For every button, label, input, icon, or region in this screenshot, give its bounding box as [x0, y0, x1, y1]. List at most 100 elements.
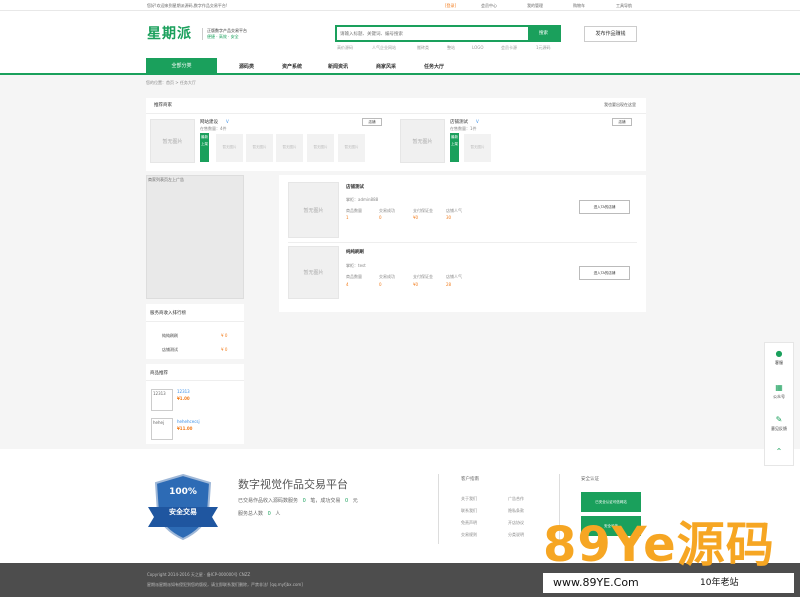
watermark-logo: 89Ye源码 — [543, 517, 775, 573]
shop-thumb[interactable]: 暂无图片 — [276, 134, 303, 162]
shop-list-name[interactable]: 纯纯刷刷 — [346, 249, 364, 255]
nav-item[interactable]: 资产系统 — [282, 63, 302, 70]
side-toolbar: ● 客服 ▦ 公众号 ✎ 意见反馈 ⌃ — [764, 342, 794, 466]
shop-thumb[interactable]: 暂无图片 — [464, 134, 491, 162]
guide-link[interactable]: 关于我们 — [461, 496, 477, 502]
shop-count: 在售数量：4件 — [200, 126, 227, 131]
shop-name[interactable]: 店铺测试 — [450, 119, 468, 125]
side-tool-feedback[interactable]: ✎ 意见反馈 — [765, 415, 793, 432]
member-center-link[interactable]: 会员中心 — [481, 3, 497, 9]
publish-button[interactable]: 发布作品赚钱 — [584, 26, 637, 42]
verified-badge-icon: V — [476, 119, 479, 124]
guide-link[interactable]: 广告合作 — [508, 496, 524, 502]
stat-label: 交易成功 — [379, 274, 395, 279]
nav-item[interactable]: 新闻资讯 — [328, 63, 348, 70]
guide-link[interactable]: 交易规则 — [461, 532, 477, 538]
hot-word[interactable]: 高价源码 — [337, 45, 353, 51]
recommend-more-link[interactable]: 我也要出现在这里 — [604, 102, 636, 108]
shop-thumb[interactable]: 暂无图片 — [216, 134, 243, 162]
hot-word[interactable]: 会员卡源 — [501, 45, 517, 51]
side-tool-label: 客服 — [775, 360, 783, 365]
side-tool-chat[interactable]: ● 客服 — [765, 349, 793, 366]
enter-shop-button[interactable]: 进入TA的店铺 — [579, 200, 630, 214]
search-input[interactable] — [340, 29, 520, 39]
divider — [146, 113, 646, 114]
cart-link[interactable]: 购物车 — [573, 3, 585, 9]
site-logo[interactable]: 星期派 — [147, 23, 192, 43]
shop-image[interactable]: 暂无图片 — [150, 119, 195, 163]
ranking-name[interactable]: 店铺测试 — [162, 347, 178, 353]
shop-list-image[interactable]: 暂无图片 — [288, 182, 339, 238]
nav-item[interactable]: 商家风采 — [376, 63, 396, 70]
left-ad-banner[interactable]: 商家列表页左上广告 — [146, 175, 244, 299]
stat-label: 支付保证金 — [413, 274, 433, 279]
shop-thumb[interactable]: 暂无图片 — [338, 134, 365, 162]
hot-word[interactable]: 人气企业网站 — [372, 45, 396, 51]
side-tool-label: 意见反馈 — [771, 426, 787, 431]
edit-icon: ✎ — [775, 415, 783, 424]
enter-shop-button[interactable]: 进入TA的店铺 — [579, 266, 630, 280]
goods-name[interactable]: 12313 — [177, 389, 190, 394]
chevron-up-icon: ⌃ — [775, 447, 783, 456]
stat-label: 商品数量 — [346, 208, 362, 213]
goods-name[interactable]: hehehcecsj — [177, 419, 200, 424]
shop-thumb[interactable]: 暂无图片 — [246, 134, 273, 162]
login-link[interactable]: [登录] — [445, 3, 456, 9]
shop-owner: 掌柜：test — [346, 263, 366, 268]
stat-label: 店铺人气 — [446, 274, 462, 279]
site-slogan: 正版数字产品交易平台 便捷 · 高效 · 安全 — [202, 28, 247, 40]
slogan-tags: 便捷 · 高效 · 安全 — [207, 34, 239, 39]
hot-word[interactable]: 搬砖类 — [417, 45, 429, 51]
safe-cert-badge[interactable]: 已安全认证可信网站 — [581, 492, 641, 512]
stat-value: 28 — [446, 282, 452, 287]
stats-num: 0 — [267, 511, 271, 517]
hot-word[interactable]: 整站 — [447, 45, 455, 51]
recommend-panel: 推荐商家 我也要出现在这里 暂无图片 网站建设 V 在售数量：4件 店铺 最新上… — [146, 98, 646, 171]
footer-stats-line1: 已交易作品收入源码数服务 0 笔，成功交易 0 元 — [238, 497, 358, 504]
divider — [146, 321, 244, 322]
footer-title: 数字视觉作品交易平台 — [238, 478, 348, 491]
main-nav: 源码类 资产系统 新闻资讯 商家风采 任务大厅 — [0, 59, 800, 75]
hot-word[interactable]: 1元源码 — [536, 45, 551, 51]
shop-list: 暂无图片 店铺测试 掌柜：admin888 商品数量 交易成功 支付保证金 店铺… — [279, 175, 646, 312]
stats-unit: 人 — [275, 511, 281, 517]
shop-list-image[interactable]: 暂无图片 — [288, 246, 339, 299]
shop-enter-button[interactable]: 店铺 — [612, 118, 632, 126]
goods-thumb[interactable]: 12313 — [151, 389, 173, 411]
verified-badge-icon: V — [226, 119, 229, 124]
ranking-name[interactable]: 纯纯刷刷 — [162, 333, 178, 339]
search-button[interactable]: 搜索 — [528, 27, 559, 40]
breadcrumb: 您的位置：首页 > 任务大厅 — [146, 80, 196, 85]
badge-label: 安全交易 — [169, 508, 197, 516]
guide-link[interactable]: 隐私条款 — [508, 508, 524, 514]
welcome-text: 您好!欢迎来到星期派源码,数字作品交易平台! — [147, 3, 228, 8]
stat-value: 0 — [379, 215, 382, 220]
shop-name[interactable]: 网站建设 — [200, 119, 218, 125]
my-manage-link[interactable]: 我的管理 — [527, 3, 543, 9]
hot-word[interactable]: LOGO — [472, 45, 483, 50]
goods-thumb[interactable]: hehej — [151, 418, 173, 440]
tools-link[interactable]: 工具导航 — [616, 3, 632, 9]
guide-link[interactable]: 分类说明 — [508, 532, 524, 538]
shop-count: 在售数量：1件 — [450, 126, 477, 131]
nav-item[interactable]: 任务大厅 — [424, 63, 444, 70]
guide-link[interactable]: 开店协议 — [508, 520, 524, 526]
shop-thumb[interactable]: 暂无图片 — [307, 134, 334, 162]
side-tool-qr[interactable]: ▦ 公众号 — [765, 383, 793, 400]
guide-link[interactable]: 联系我们 — [461, 508, 477, 514]
divider — [288, 242, 637, 243]
shop-image[interactable]: 暂无图片 — [400, 119, 445, 163]
stat-value: ¥0 — [413, 282, 419, 287]
shop-enter-button[interactable]: 店铺 — [362, 118, 382, 126]
guide-link[interactable]: 免责声明 — [461, 520, 477, 526]
watermark-tag: 10年老站 — [700, 578, 739, 588]
back-to-top-button[interactable]: ⌃ — [765, 447, 793, 458]
stats-num: 0 — [302, 498, 306, 504]
category-menu-button[interactable]: 全部分类 — [146, 58, 217, 75]
goods-title: 商品推荐 — [150, 371, 168, 376]
shop-list-name[interactable]: 店铺测试 — [346, 184, 364, 190]
stats-text: 笔，成功交易 — [310, 498, 341, 504]
stat-label: 店铺人气 — [446, 208, 462, 213]
stats-num: 0 — [345, 498, 349, 504]
nav-item[interactable]: 源码类 — [239, 63, 254, 70]
